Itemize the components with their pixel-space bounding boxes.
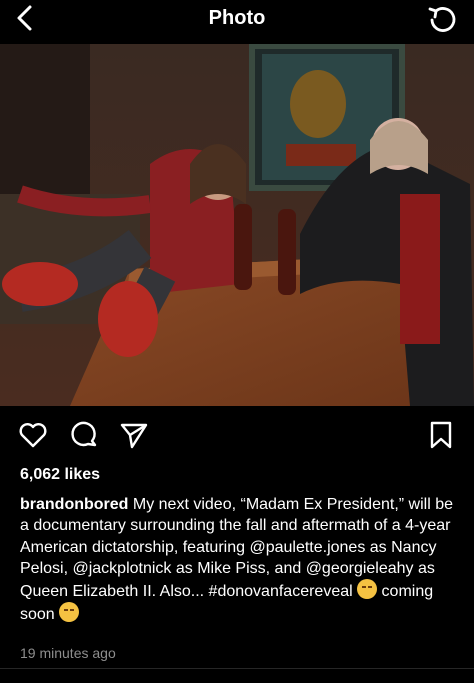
like-count[interactable]: 6,062 likes	[20, 466, 100, 484]
post-actions	[0, 416, 474, 456]
comment-button[interactable]	[68, 419, 100, 451]
divider	[0, 668, 474, 669]
chevron-left-icon	[17, 5, 32, 31]
bookmark-icon	[430, 421, 452, 449]
photo-illustration	[0, 44, 474, 406]
post-caption: brandonbored My next video, “Madam Ex Pr…	[20, 494, 460, 626]
page-title: Photo	[208, 7, 266, 29]
refresh-icon	[428, 7, 456, 32]
heart-icon	[19, 423, 47, 448]
back-button[interactable]	[10, 4, 42, 34]
top-bar: Photo	[0, 0, 474, 40]
shushing-face-emoji-icon	[59, 602, 80, 623]
like-button[interactable]	[17, 419, 49, 451]
post-timestamp: 19 minutes ago	[20, 645, 116, 661]
save-button[interactable]	[425, 419, 457, 451]
comment-icon	[71, 421, 97, 447]
caption-username[interactable]: brandonbored	[20, 496, 128, 513]
refresh-button[interactable]	[426, 3, 458, 35]
share-button[interactable]	[118, 419, 150, 451]
smirking-face-emoji-icon	[357, 579, 378, 600]
post-photo[interactable]	[0, 44, 474, 406]
send-icon	[120, 423, 148, 449]
